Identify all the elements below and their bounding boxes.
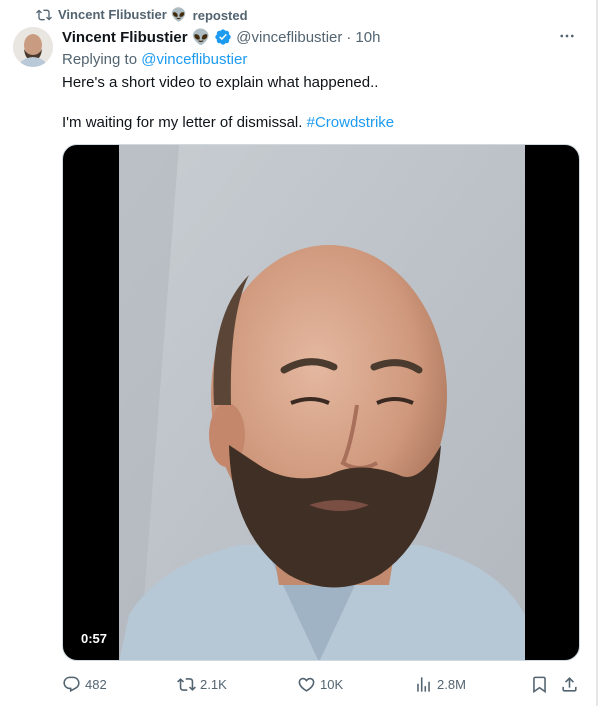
tweet-text-line1: Here's a short video to explain what hap… <box>62 74 379 91</box>
tweet-header: Vincent Flibustier 👽 @vinceflibustier · … <box>62 27 584 47</box>
repost-icon <box>36 9 52 21</box>
like-count: 10K <box>320 676 344 692</box>
views-count: 2.8M <box>437 676 466 692</box>
replying-prefix: Replying to <box>62 51 138 68</box>
hashtag-link[interactable]: #Crowdstrike <box>307 114 395 131</box>
reposter-emoji: 👽 <box>170 7 187 22</box>
tweet-actions: 482 2.1K 10K 2.8M <box>62 672 582 696</box>
reply-mention-link[interactable]: @vinceflibustier <box>141 51 247 68</box>
reply-button[interactable]: 482 <box>62 672 107 696</box>
more-options-icon[interactable] <box>556 25 578 47</box>
author-handle[interactable]: @vinceflibustier <box>236 29 342 46</box>
reposter-name: Vincent Flibustier <box>58 7 167 22</box>
repost-icon <box>177 677 196 691</box>
verified-badge-icon <box>214 28 232 46</box>
heart-icon <box>298 677 315 692</box>
reposted-label: reposted <box>192 7 248 23</box>
bookmark-icon <box>533 676 546 693</box>
share-icon <box>562 676 577 692</box>
views-chart-icon <box>417 676 430 692</box>
tweet-text-line2: I'm waiting for my letter of dismissal. … <box>62 114 394 131</box>
reply-count: 482 <box>85 676 107 692</box>
repost-button[interactable]: 2.1K <box>177 672 227 696</box>
reposter-name-link[interactable]: Vincent Flibustier 👽 <box>58 7 187 23</box>
video-duration: 0:57 <box>75 629 114 648</box>
repost-count: 2.1K <box>200 676 227 692</box>
views-button[interactable]: 2.8M <box>414 672 466 696</box>
video-player[interactable]: 0:57 <box>62 144 580 661</box>
alien-emoji: 👽 <box>191 29 211 46</box>
share-button[interactable] <box>560 672 579 696</box>
bookmark-button[interactable] <box>530 672 549 696</box>
repost-banner: Vincent Flibustier 👽 reposted <box>36 6 248 24</box>
like-button[interactable]: 10K <box>297 672 343 696</box>
replying-to: Replying to @vinceflibustier <box>62 51 247 68</box>
video-thumbnail <box>119 145 525 660</box>
separator-dot: · <box>346 28 352 46</box>
tweet-timestamp[interactable]: 10h <box>355 29 380 46</box>
reply-icon <box>63 676 80 692</box>
avatar[interactable] <box>13 27 53 67</box>
author-display-name[interactable]: Vincent Flibustier <box>62 29 188 46</box>
tweet-text-body: I'm waiting for my letter of dismissal. <box>62 114 303 131</box>
